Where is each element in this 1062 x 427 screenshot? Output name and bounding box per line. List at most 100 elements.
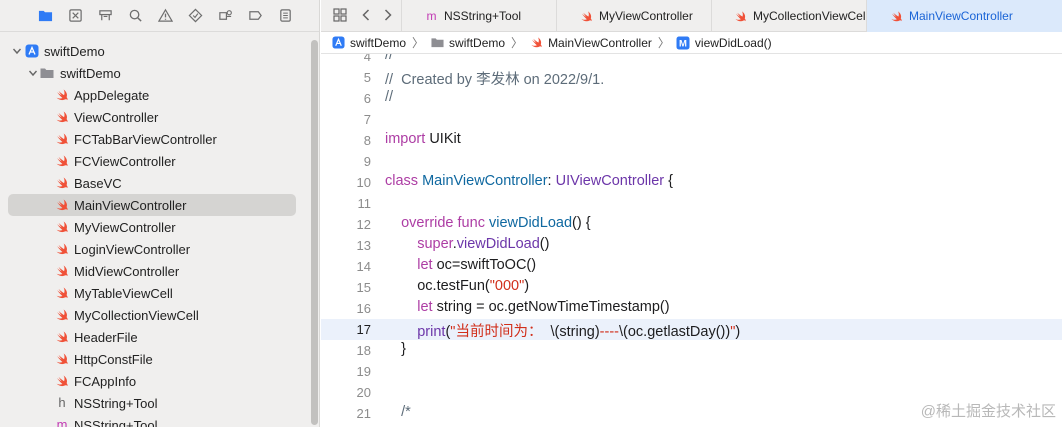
svg-text:m: m <box>57 418 68 427</box>
svg-text:h: h <box>58 396 65 410</box>
line-number: 13 <box>356 238 371 253</box>
code-line[interactable]: 8 import UIKit <box>321 130 1062 151</box>
code-token: viewDidLoad <box>488 215 573 231</box>
code-token: \(string) <box>550 324 600 340</box>
code-line[interactable]: 19 <box>321 361 1062 382</box>
tab-label: MyViewController <box>599 9 693 23</box>
navigator-scrollbar[interactable] <box>311 40 318 425</box>
breadcrumb-group[interactable]: swiftDemo <box>430 36 505 50</box>
project-row[interactable]: swiftDemo <box>0 40 310 62</box>
back-arrow-icon[interactable] <box>355 4 377 26</box>
line-number: 20 <box>356 385 371 400</box>
grid-icon[interactable] <box>329 4 351 26</box>
file-row[interactable]: AppDelegate <box>0 84 310 106</box>
editor-tab[interactable]: MyCollectionViewCell <box>711 0 869 32</box>
line-number: 21 <box>356 406 371 421</box>
editor-tab[interactable]: MainViewController <box>866 0 1062 32</box>
breakpoint-icon[interactable] <box>240 4 270 28</box>
code-line[interactable]: 17 print("当前时间为： \(string)----\(oc.getla… <box>321 319 1062 340</box>
forward-arrow-icon[interactable] <box>377 4 399 26</box>
code-line[interactable]: 7 <box>321 109 1062 130</box>
header-file-icon: h <box>55 396 69 410</box>
method-icon: M <box>676 36 690 50</box>
xcode-project-icon <box>25 44 39 58</box>
chevron-down-icon[interactable] <box>28 68 38 78</box>
xcode-project-icon <box>331 36 345 50</box>
code-text: // <box>385 54 393 63</box>
code-token: () { <box>572 215 591 231</box>
chevron-right-icon: 〉 <box>511 36 524 50</box>
code-line[interactable]: 4 // <box>321 54 1062 67</box>
file-row[interactable]: MidViewController <box>0 260 310 282</box>
code-token: \(oc.getlastDay()) <box>619 324 731 340</box>
breadcrumb-symbol[interactable]: M viewDidLoad() <box>676 36 772 50</box>
file-row[interactable]: HeaderFile <box>0 326 310 348</box>
file-row[interactable]: MyTableViewCell <box>0 282 310 304</box>
file-row[interactable]: h NSString+Tool <box>0 392 310 414</box>
swift-file-icon <box>734 9 747 23</box>
swift-file-icon <box>55 220 69 234</box>
swift-file-icon <box>55 132 69 146</box>
breadcrumb-file[interactable]: MainViewController <box>529 36 652 50</box>
code-token: string = oc.getNowTimeTimestamp() <box>432 299 670 315</box>
code-line[interactable]: 10 class MainViewController: UIViewContro… <box>321 172 1062 193</box>
code-line[interactable]: 9 <box>321 151 1062 172</box>
file-row[interactable]: MyViewController <box>0 216 310 238</box>
file-row[interactable]: HttpConstFile <box>0 348 310 370</box>
breadcrumb-project[interactable]: swiftDemo <box>331 36 406 50</box>
folder-icon[interactable] <box>30 4 60 28</box>
code-token: { <box>664 173 673 189</box>
editor-tab[interactable]: MyViewController <box>556 0 711 32</box>
line-number: 17 <box>356 322 371 337</box>
code-line[interactable]: 18 } <box>321 340 1062 361</box>
file-row[interactable]: ViewController <box>0 106 310 128</box>
code-line[interactable]: 15 oc.testFun("000") <box>321 277 1062 298</box>
code-line[interactable]: 12 override func viewDidLoad() { <box>321 214 1062 235</box>
report-icon[interactable] <box>270 4 300 28</box>
code-token: let <box>417 257 433 273</box>
file-row[interactable]: FCTabBarViewController <box>0 128 310 150</box>
issue-icon[interactable] <box>150 4 180 28</box>
debug-icon[interactable] <box>210 4 240 28</box>
group-row[interactable]: swiftDemo <box>0 62 310 84</box>
method-badge: M <box>679 38 687 49</box>
code-line[interactable]: 5 // Created by 李发林 on 2022/9/1. <box>321 67 1062 88</box>
code-token: "当前时间为： <box>450 324 551 340</box>
swift-file-icon <box>55 308 69 322</box>
test-icon[interactable] <box>180 4 210 28</box>
chevron-down-icon[interactable] <box>12 46 22 56</box>
code-line[interactable]: 13 super.viewDidLoad() <box>321 235 1062 256</box>
tab-label: MyCollectionViewCell <box>753 9 869 23</box>
file-row[interactable]: FCAppInfo <box>0 370 310 392</box>
line-number: 10 <box>356 175 371 190</box>
file-row[interactable]: MyCollectionViewCell <box>0 304 310 326</box>
folder-icon <box>40 66 54 80</box>
source-editor[interactable]: 4 // 5 // Created by 李发林 on 2022/9/1. 6 // 7 8 i… <box>321 54 1062 427</box>
code-token: } <box>385 341 406 357</box>
find-icon[interactable] <box>120 4 150 28</box>
code-line[interactable]: 6 // <box>321 88 1062 109</box>
file-row[interactable]: m NSString+Tool <box>0 414 310 427</box>
file-name: NSString+Tool <box>74 395 158 411</box>
line-number: 11 <box>357 196 372 211</box>
code-text: oc.testFun("000") <box>385 278 529 294</box>
editor-tab[interactable]: m NSString+Tool <box>401 0 556 32</box>
code-line[interactable]: 14 let oc=swiftToOC() <box>321 256 1062 277</box>
code-token: ) <box>735 324 741 340</box>
code-line[interactable]: 11 <box>321 193 1062 214</box>
file-row[interactable]: LoginViewController <box>0 238 310 260</box>
code-text: override func viewDidLoad() { <box>385 215 591 231</box>
code-token: let <box>417 299 433 315</box>
breadcrumb-group-label: swiftDemo <box>449 35 506 50</box>
swift-file-icon <box>55 330 69 344</box>
file-row[interactable]: BaseVC <box>0 172 310 194</box>
symbol-icon[interactable] <box>90 4 120 28</box>
file-row[interactable]: FCViewController <box>0 150 310 172</box>
code-token: UIViewController <box>555 173 665 189</box>
file-row[interactable]: MainViewController <box>0 194 310 216</box>
source-control-icon[interactable] <box>60 4 90 28</box>
swift-file-icon <box>55 264 69 278</box>
swift-file-icon <box>579 9 593 23</box>
code-line[interactable]: 16 let string = oc.getNowTimeTimestamp() <box>321 298 1062 319</box>
watermark: @稀土掘金技术社区 <box>920 403 1056 420</box>
